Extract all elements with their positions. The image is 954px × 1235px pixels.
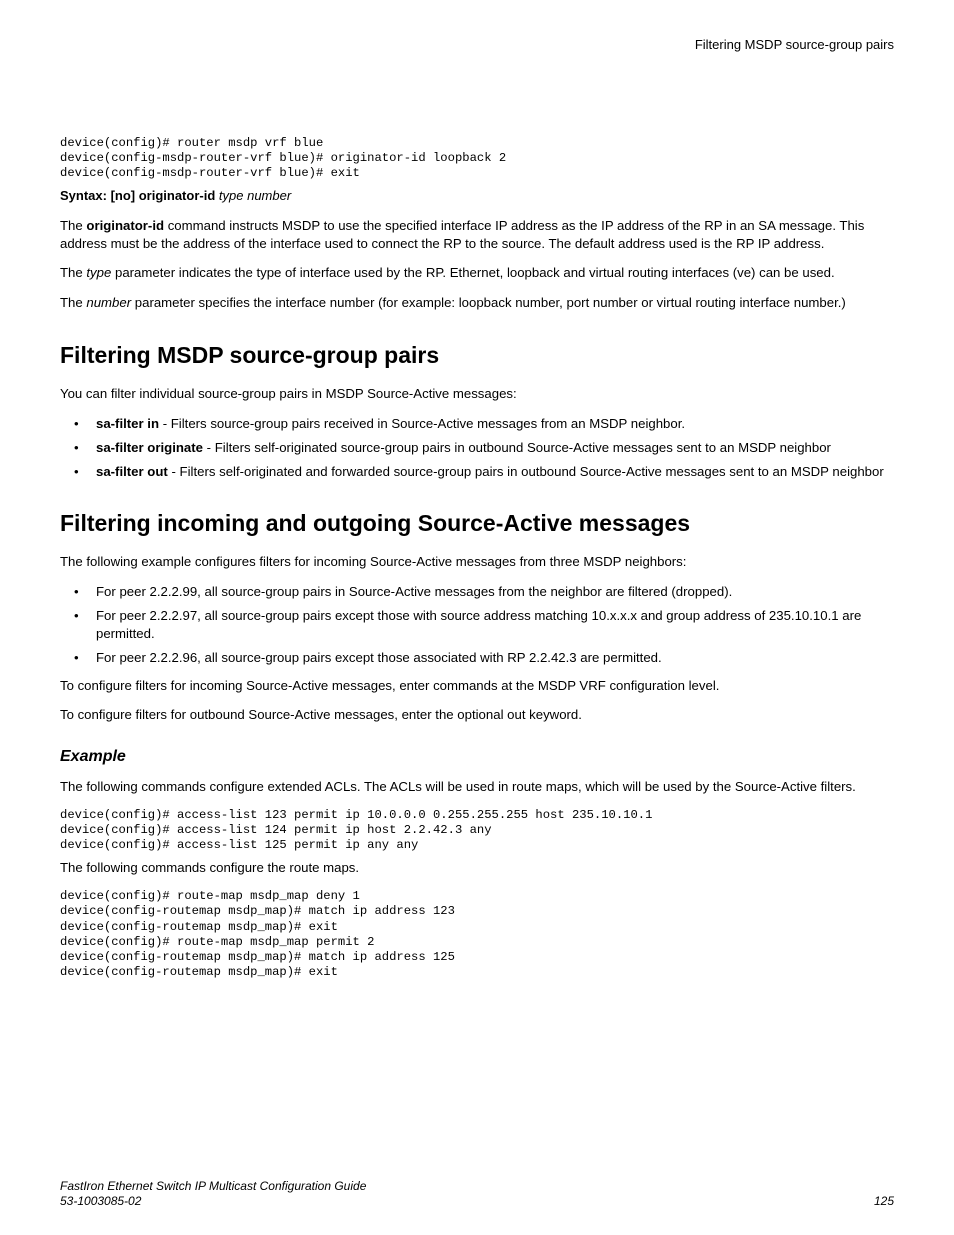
heading-filtering-messages: Filtering incoming and outgoing Source-A…: [60, 508, 894, 539]
term-sa-filter-originate: sa-filter originate: [96, 440, 203, 455]
peer-list: For peer 2.2.2.99, all source-group pair…: [60, 583, 894, 666]
text: - Filters self-originated and forwarded …: [168, 464, 884, 479]
text: parameter indicates the type of interfac…: [111, 265, 834, 280]
running-header: Filtering MSDP source-group pairs: [60, 36, 894, 54]
page-footer: FastIron Ethernet Switch IP Multicast Co…: [60, 1179, 894, 1209]
text: The: [60, 265, 86, 280]
paragraph-type-param: The type parameter indicates the type of…: [60, 264, 894, 282]
code-block-originator: device(config)# router msdp vrf blue dev…: [60, 136, 894, 182]
footer-page-number: 125: [874, 1193, 894, 1209]
code-block-routemaps: device(config)# route-map msdp_map deny …: [60, 889, 894, 981]
footer-doc-title: FastIron Ethernet Switch IP Multicast Co…: [60, 1179, 366, 1193]
text: - Filters source-group pairs received in…: [159, 416, 685, 431]
footer-doc-number: 53-1003085-02: [60, 1194, 141, 1208]
term-sa-filter-in: sa-filter in: [96, 416, 159, 431]
paragraph-number-param: The number parameter specifies the inter…: [60, 294, 894, 312]
term-sa-filter-out: sa-filter out: [96, 464, 168, 479]
paragraph-outbound-config: To configure filters for outbound Source…: [60, 706, 894, 724]
paragraph-filter-intro: You can filter individual source-group p…: [60, 385, 894, 403]
paragraph-incoming-config: To configure filters for incoming Source…: [60, 677, 894, 695]
paragraph-example-intro: The following commands configure extende…: [60, 778, 894, 796]
paragraph-originator-desc: The originator-id command instructs MSDP…: [60, 217, 894, 253]
syntax-line: Syntax: [no] originator-id type number: [60, 187, 894, 205]
list-item: sa-filter out - Filters self-originated …: [60, 463, 894, 481]
filter-type-list: sa-filter in - Filters source-group pair…: [60, 415, 894, 480]
footer-left: FastIron Ethernet Switch IP Multicast Co…: [60, 1179, 366, 1209]
text: parameter specifies the interface number…: [131, 295, 846, 310]
text: The: [60, 295, 86, 310]
syntax-args: type number: [219, 188, 291, 203]
list-item: sa-filter in - Filters source-group pair…: [60, 415, 894, 433]
term-originator-id: originator-id: [86, 218, 164, 233]
list-item: For peer 2.2.2.97, all source-group pair…: [60, 607, 894, 643]
text: - Filters self-originated source-group p…: [203, 440, 831, 455]
paragraph-msgs-intro: The following example configures filters…: [60, 553, 894, 571]
list-item: sa-filter originate - Filters self-origi…: [60, 439, 894, 457]
text: command instructs MSDP to use the specif…: [60, 218, 864, 251]
list-item: For peer 2.2.2.96, all source-group pair…: [60, 649, 894, 667]
syntax-prefix: Syntax: [no] originator-id: [60, 188, 215, 203]
term-type: type: [86, 265, 111, 280]
heading-filtering-pairs: Filtering MSDP source-group pairs: [60, 340, 894, 371]
heading-example: Example: [60, 746, 894, 768]
paragraph-routemap-intro: The following commands configure the rou…: [60, 859, 894, 877]
list-item: For peer 2.2.2.99, all source-group pair…: [60, 583, 894, 601]
term-number: number: [86, 295, 131, 310]
text: The: [60, 218, 86, 233]
code-block-acls: device(config)# access-list 123 permit i…: [60, 808, 894, 854]
